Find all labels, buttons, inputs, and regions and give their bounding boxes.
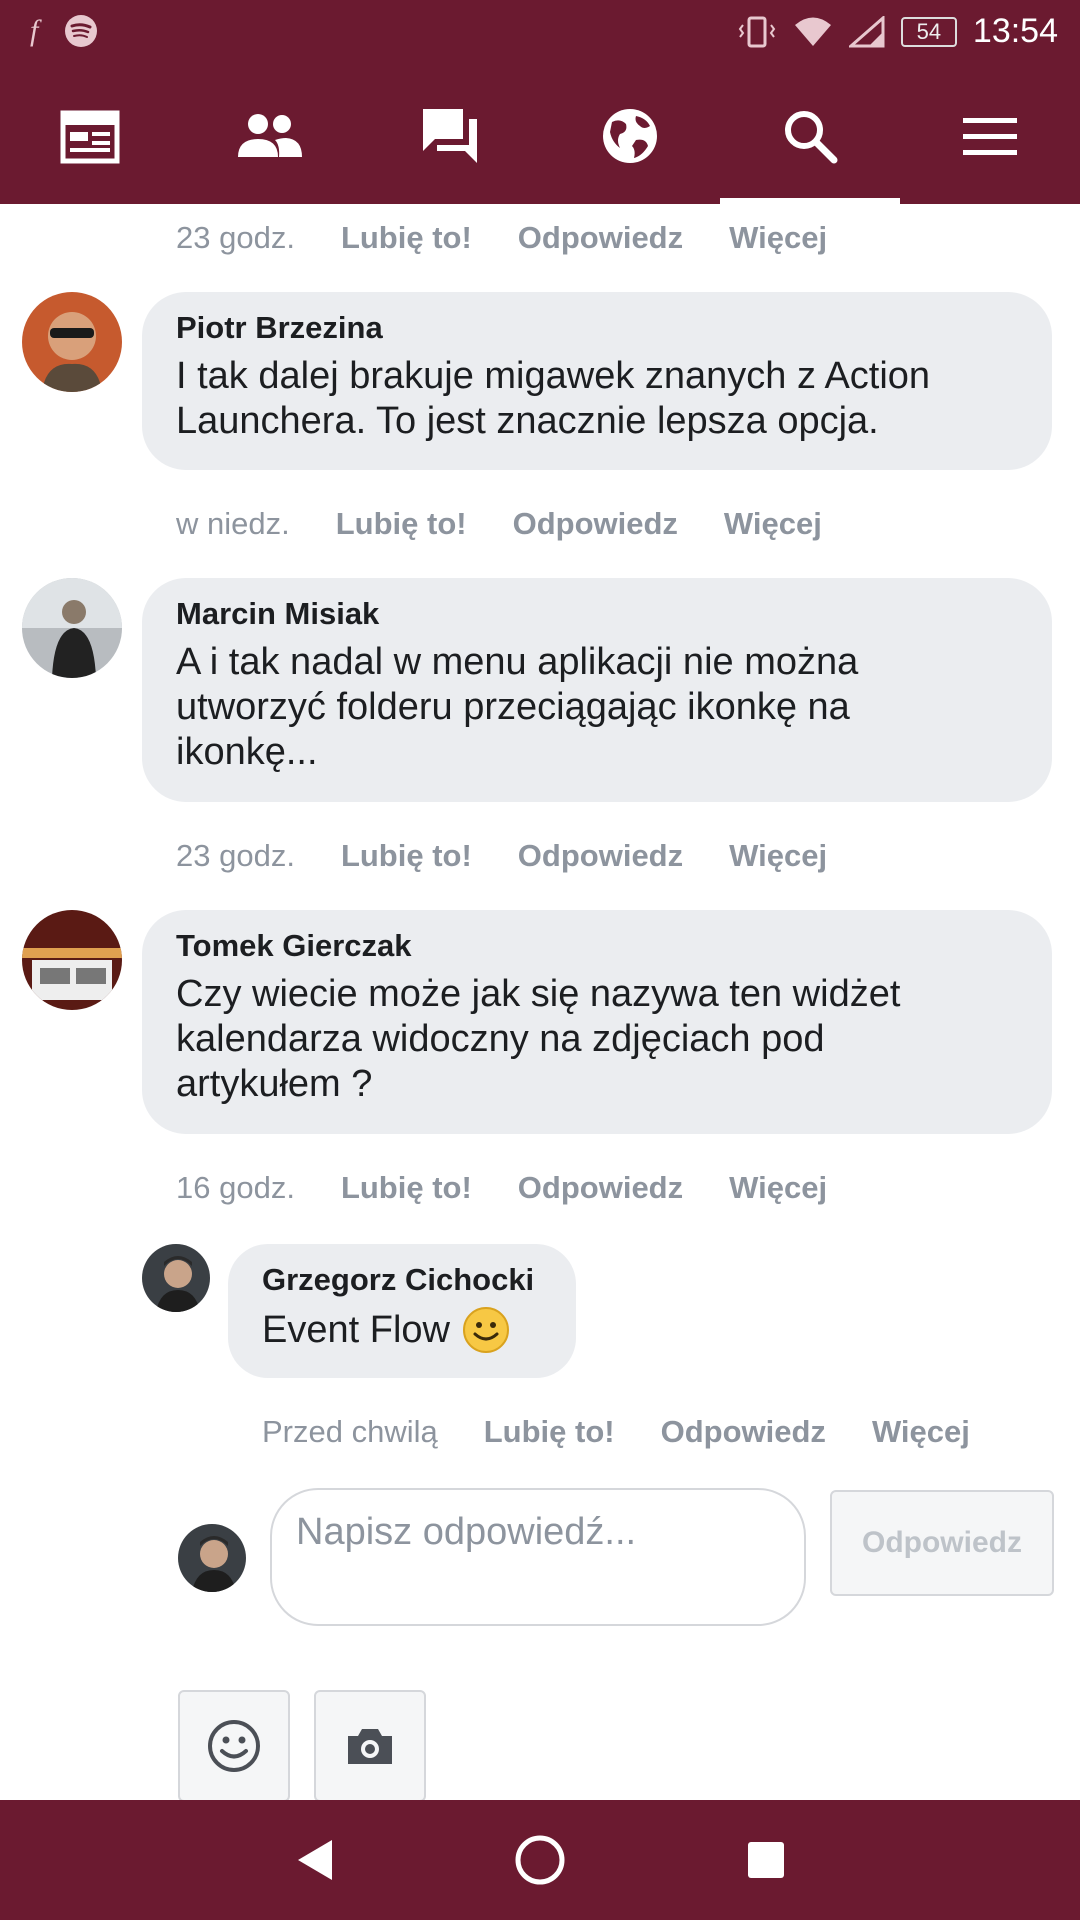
more-link[interactable]: Więcej (729, 1170, 827, 1206)
facebook-icon: f (30, 14, 39, 47)
more-link[interactable]: Więcej (729, 220, 827, 256)
home-icon (515, 1835, 565, 1885)
comment-time: w niedz. (176, 506, 290, 541)
status-time: 13:54 (972, 12, 1058, 50)
like-link[interactable]: Lubię to! (341, 220, 472, 256)
home-button[interactable] (502, 1822, 578, 1898)
recents-button[interactable] (728, 1822, 804, 1898)
tab-menu[interactable] (900, 68, 1080, 204)
avatar[interactable] (22, 910, 122, 1010)
reply-meta: Przed chwilą Lubię to! Odpowiedz Więcej (262, 1414, 970, 1450)
like-link[interactable]: Lubię to! (341, 1170, 472, 1206)
recents-icon (748, 1842, 784, 1878)
like-link[interactable]: Lubię to! (341, 838, 472, 874)
reply-link[interactable]: Odpowiedz (518, 220, 683, 256)
friends-icon (238, 114, 302, 157)
back-button[interactable] (276, 1822, 352, 1898)
comment-text: Czy wiecie może jak się nazywa ten widże… (176, 973, 901, 1105)
tab-search[interactable] (720, 68, 900, 204)
avatar[interactable] (142, 1244, 210, 1312)
emoji-button[interactable] (178, 1690, 290, 1802)
news-feed-icon (60, 110, 120, 164)
comment-bubble: Tomek Gierczak Czy wiecie może jak się n… (142, 910, 1052, 1134)
reply-bubble: Grzegorz Cichocki Event Flow (228, 1244, 576, 1378)
back-icon (298, 1840, 332, 1880)
comment-time: 23 godz. (176, 220, 295, 255)
comment-meta: 16 godz. Lubię to! Odpowiedz Więcej (176, 1170, 827, 1206)
comment-text: A i tak nadal w menu aplikacji nie można… (176, 641, 859, 773)
comment-bubble: Marcin Misiak A i tak nadal w menu aplik… (142, 578, 1052, 802)
reply-link[interactable]: Odpowiedz (518, 1170, 683, 1206)
camera-icon (348, 1729, 392, 1764)
more-link[interactable]: Więcej (872, 1414, 970, 1450)
wifi-icon (794, 17, 831, 46)
reply-time: Przed chwilą (262, 1414, 438, 1449)
comment-author[interactable]: Tomek Gierczak (176, 928, 411, 964)
more-link[interactable]: Więcej (724, 506, 822, 542)
comment-author[interactable]: Marcin Misiak (176, 596, 379, 632)
signal-icon (848, 15, 885, 47)
comment-time: 16 godz. (176, 1170, 295, 1205)
status-bar: f 54 13:54 (0, 0, 1080, 68)
reply-input-box[interactable] (270, 1488, 806, 1626)
emoji-icon (208, 1720, 260, 1772)
reply-link[interactable]: Odpowiedz (661, 1414, 826, 1450)
vibrate-icon (738, 16, 776, 47)
tab-messages[interactable] (360, 68, 540, 204)
top-navigation (0, 68, 1080, 204)
smile-emoji-icon (462, 1306, 510, 1354)
avatar[interactable] (22, 292, 122, 392)
like-link[interactable]: Lubię to! (484, 1414, 615, 1450)
battery-indicator: 54 (900, 16, 957, 47)
messages-icon (423, 109, 477, 163)
photo-button[interactable] (314, 1690, 426, 1802)
search-icon (785, 111, 838, 164)
submit-reply-button[interactable]: Odpowiedz (830, 1490, 1054, 1596)
reply-text: Event Flow (262, 1306, 510, 1354)
like-link[interactable]: Lubię to! (336, 506, 467, 542)
comment-bubble: Piotr Brzezina I tak dalej brakuje migaw… (142, 292, 1052, 470)
tab-friends[interactable] (180, 68, 360, 204)
spotify-icon (65, 15, 98, 47)
system-navigation-bar (0, 1800, 1080, 1920)
tab-notifications[interactable] (540, 68, 720, 204)
composer-avatar (178, 1524, 246, 1592)
menu-icon (963, 118, 1017, 155)
tab-news-feed[interactable] (0, 68, 180, 204)
avatar[interactable] (22, 578, 122, 678)
reply-input[interactable] (294, 1510, 778, 1555)
comment-meta: 23 godz. Lubię to! Odpowiedz Więcej (176, 220, 827, 256)
reply-link[interactable]: Odpowiedz (513, 506, 678, 542)
more-link[interactable]: Więcej (729, 838, 827, 874)
reply-author[interactable]: Grzegorz Cichocki (262, 1262, 534, 1298)
comment-meta: w niedz. Lubię to! Odpowiedz Więcej (176, 506, 822, 542)
comment-author[interactable]: Piotr Brzezina (176, 310, 383, 346)
reply-link[interactable]: Odpowiedz (518, 838, 683, 874)
globe-icon (603, 109, 657, 163)
comment-text: I tak dalej brakuje migawek znanych z Ac… (176, 355, 931, 442)
comment-time: 23 godz. (176, 838, 295, 873)
comment-meta: 23 godz. Lubię to! Odpowiedz Więcej (176, 838, 827, 874)
